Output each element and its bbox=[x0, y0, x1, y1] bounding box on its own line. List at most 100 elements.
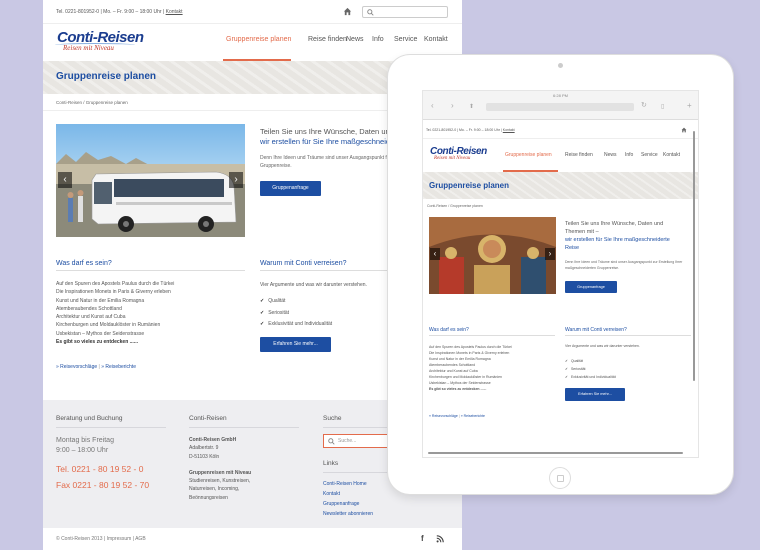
phone-hours: Tel. 0221-801952-0 | Mo. – Fr. 9:00 – 18… bbox=[56, 9, 165, 15]
next-arrow-icon[interactable]: › bbox=[545, 248, 555, 260]
new-tab-icon[interactable]: + bbox=[687, 101, 692, 110]
nav-service[interactable]: Service bbox=[641, 152, 658, 158]
nav-info[interactable]: Info bbox=[372, 36, 384, 43]
kontakt-link[interactable]: Kontakt bbox=[503, 128, 515, 132]
list-item[interactable]: Usbekistan – Mythos der Seidenstrasse bbox=[56, 330, 174, 338]
check-icon: ✓ bbox=[565, 367, 568, 371]
nav-gruppenreise[interactable]: Gruppenreise planen bbox=[226, 36, 291, 43]
fresco-illustration bbox=[429, 217, 556, 294]
was-heading: Was darf es sein? bbox=[56, 260, 112, 267]
footer-link-home[interactable]: Conti-Reisen Home bbox=[323, 479, 373, 489]
footer-heading-links: Links bbox=[323, 460, 339, 467]
nav-service[interactable]: Service bbox=[394, 36, 417, 43]
erfahren-button[interactable]: Erfahren Sie mehr... bbox=[260, 337, 331, 352]
home-icon[interactable] bbox=[681, 127, 687, 133]
tour-list: Auf den Spuren des Apostels Paulus durch… bbox=[56, 280, 174, 346]
reiseberichte-link[interactable]: » Reiseberichte bbox=[101, 364, 136, 370]
reisevorschlaege-link[interactable]: » Reisevorschläge bbox=[56, 364, 97, 370]
footer-links: Conti-Reisen Home Kontakt Gruppenanfrage… bbox=[323, 479, 373, 519]
nav-reise-finden[interactable]: Reise finden bbox=[565, 152, 593, 158]
link-separator: | bbox=[98, 364, 100, 370]
check-icon: ✓ bbox=[260, 309, 265, 316]
breadcrumb[interactable]: Conti-Reisen / Gruppenreise planen bbox=[56, 100, 128, 105]
logo-swoosh bbox=[55, 43, 135, 47]
intro-heading: Teilen Sie uns Ihre Wünsche, Daten und bbox=[260, 127, 394, 136]
list-item[interactable]: Kunst und Natur in der Emilia Romagna bbox=[56, 297, 174, 305]
company-name: Conti-Reisen GmbH bbox=[189, 437, 237, 443]
list-item[interactable]: Auf den Spuren des Apostels Paulus durch… bbox=[56, 280, 174, 288]
main-nav: Gruppenreise planen Reise finden News In… bbox=[503, 152, 698, 172]
page-title: Gruppenreise planen bbox=[429, 181, 510, 190]
reisevorschlaege-link[interactable]: » Reisevorschläge bbox=[429, 414, 458, 418]
check-icon: ✓ bbox=[565, 375, 568, 379]
next-arrow-icon[interactable]: › bbox=[229, 172, 243, 188]
address-block: Conti-Reisen GmbH Adalbertstr. 9 D-51103… bbox=[189, 436, 251, 502]
check-item: Seriosität bbox=[268, 309, 290, 316]
check-item: Qualität bbox=[570, 359, 583, 363]
warum-heading: Warum mit Conti verreisen? bbox=[260, 260, 347, 267]
tablet-device: 6:28 PM ‹ › ⬆ ↻ ▯ + Tel. 0221-801952-0 |… bbox=[388, 55, 733, 494]
gruppenanfrage-button[interactable]: Gruppenanfrage bbox=[565, 281, 617, 293]
home-icon[interactable] bbox=[343, 7, 352, 16]
horizontal-scrollbar[interactable] bbox=[428, 452, 683, 454]
warum-intro: Vier Argumente und was wir darunter vers… bbox=[565, 344, 640, 348]
reload-icon[interactable]: ↻ bbox=[641, 101, 647, 109]
footer-link-newsletter[interactable]: Newsletter abonnieren bbox=[323, 509, 373, 519]
vertical-scrollbar[interactable] bbox=[693, 131, 695, 381]
tour-list: Auf den Spuren des Apostels Paulus durch… bbox=[429, 344, 512, 392]
nav-info[interactable]: Info bbox=[625, 152, 633, 158]
forward-icon[interactable]: › bbox=[451, 101, 454, 110]
bookmarks-icon[interactable]: ▯ bbox=[661, 103, 664, 110]
search-placeholder: Suche... bbox=[338, 438, 357, 444]
reiseberichte-link[interactable]: » Reiseberichte bbox=[461, 414, 485, 418]
footer-heading-beratung: Beratung und Buchung bbox=[56, 415, 123, 422]
nav-gruppenreise[interactable]: Gruppenreise planen bbox=[505, 152, 552, 158]
facebook-icon[interactable]: f bbox=[421, 534, 424, 543]
prev-arrow-icon[interactable]: ‹ bbox=[430, 248, 440, 260]
list-item[interactable]: Architektur und Kunst auf Cuba bbox=[56, 313, 174, 321]
list-item[interactable]: Die Inspirationen Monets in Paris & Give… bbox=[56, 288, 174, 296]
divider bbox=[429, 335, 555, 336]
check-item: Exklusivität und Individualität bbox=[268, 321, 333, 327]
opening-hours: 9:00 – 18:00 Uhr bbox=[56, 447, 109, 454]
erfahren-button[interactable]: Erfahren Sie mehr... bbox=[565, 388, 625, 401]
city: D-51103 Köln bbox=[189, 453, 220, 460]
home-button[interactable] bbox=[549, 467, 571, 489]
nav-news[interactable]: News bbox=[346, 36, 364, 43]
kontakt-link[interactable]: Kontakt bbox=[166, 9, 183, 15]
rss-icon[interactable] bbox=[436, 535, 444, 543]
check-item: Exklusivität und Individualität bbox=[570, 375, 616, 379]
back-icon[interactable]: ‹ bbox=[431, 101, 434, 110]
warum-heading: Warum mit Conti verreisen? bbox=[565, 327, 627, 333]
logo[interactable]: Conti-Reisen Reisen mit Niveau bbox=[430, 146, 487, 161]
niveau-heading: Gruppenreisen mit Niveau bbox=[189, 469, 252, 476]
check-icon: ✓ bbox=[260, 298, 265, 304]
list-item[interactable]: Atemberaubendes Schottland bbox=[56, 305, 174, 313]
breadcrumb[interactable]: Conti-Reisen / Gruppenreise planen bbox=[427, 204, 483, 208]
bus-illustration bbox=[56, 152, 245, 237]
check-item: Seriosität bbox=[570, 367, 586, 371]
phone-number[interactable]: Tel. 0221 - 80 19 52 - 0 bbox=[56, 461, 149, 477]
copyright-text: © Conti-Reisen 2013 | Impressum | AGB bbox=[56, 536, 146, 542]
intro-heading: Teilen Sie uns Ihre Wünsche, Daten und Th… bbox=[565, 221, 664, 235]
service-line: Beönnungsreisen bbox=[189, 494, 228, 501]
divider bbox=[565, 335, 691, 336]
url-bar[interactable] bbox=[486, 103, 634, 111]
prev-arrow-icon[interactable]: ‹ bbox=[58, 172, 72, 188]
footer-link-gruppenanfrage[interactable]: Gruppenanfrage bbox=[323, 499, 373, 509]
nav-reise-finden[interactable]: Reise finden bbox=[308, 36, 347, 43]
page-banner: Gruppenreise planen bbox=[423, 172, 698, 199]
list-item[interactable]: Kirchenburgen und Moldauklöster in Rumän… bbox=[56, 321, 174, 329]
list-item[interactable]: Usbekistan – Mythos der Seidenstrasse bbox=[429, 380, 512, 386]
service-line: Naturreisen, Incoming, bbox=[189, 486, 240, 493]
footer-heading-conti: Conti-Reisen bbox=[189, 415, 227, 422]
nav-news[interactable]: News bbox=[604, 152, 617, 158]
footer-link-kontakt[interactable]: Kontakt bbox=[323, 489, 373, 499]
gruppenanfrage-button[interactable]: Gruppenanfrage bbox=[260, 181, 321, 196]
check-item: Qualität bbox=[268, 298, 286, 304]
share-icon[interactable]: ⬆ bbox=[469, 103, 474, 110]
top-search-input[interactable] bbox=[362, 6, 448, 18]
logo[interactable]: Conti-Reisen Reisen mit Niveau bbox=[55, 29, 144, 52]
nav-kontakt[interactable]: Kontakt bbox=[663, 152, 680, 158]
nav-kontakt[interactable]: Kontakt bbox=[424, 36, 448, 43]
